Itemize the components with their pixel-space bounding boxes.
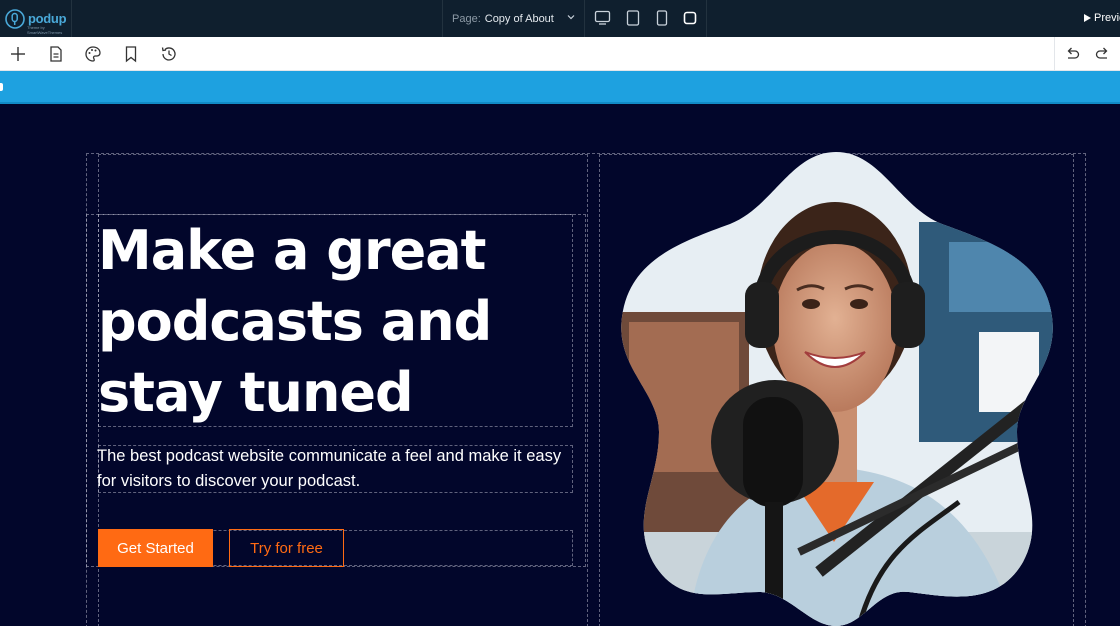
bookmark-icon[interactable]: [122, 45, 140, 63]
resize-handle[interactable]: [0, 83, 3, 91]
editor-toolbar: [0, 37, 1120, 71]
undo-icon[interactable]: [1063, 45, 1081, 63]
preview-label: Preview: [1094, 12, 1120, 24]
tablet-landscape-icon[interactable]: [626, 10, 640, 26]
undo-redo-group: [1054, 37, 1120, 71]
preview-button[interactable]: Preview: [1084, 12, 1120, 24]
plus-icon[interactable]: [9, 45, 27, 63]
play-icon: [1084, 14, 1091, 22]
chevron-down-icon: [567, 15, 575, 20]
tablet-icon[interactable]: [656, 10, 668, 26]
hero-subtext[interactable]: The best podcast website communicate a f…: [97, 444, 567, 494]
hero-headline[interactable]: Make a great podcasts and stay tuned: [98, 215, 573, 428]
try-for-free-button[interactable]: Try for free: [229, 529, 344, 567]
editor-topbar: podup Theme by SmartWaveThemes Page: Cop…: [0, 0, 1120, 37]
desktop-icon[interactable]: [594, 10, 611, 26]
get-started-button[interactable]: Get Started: [98, 529, 213, 567]
hero-section[interactable]: Make a great podcasts and stay tuned The…: [0, 104, 1120, 626]
logo-text: podup: [28, 11, 67, 26]
history-icon[interactable]: [160, 45, 178, 63]
page-selector-label: Page:: [452, 12, 481, 25]
hero-image[interactable]: [619, 152, 1053, 626]
page-selector[interactable]: Page: Copy of About: [442, 0, 585, 37]
app-logo[interactable]: podup Theme by SmartWaveThemes: [0, 0, 72, 37]
redo-icon[interactable]: [1094, 45, 1112, 63]
logo-mic-icon: [5, 8, 25, 29]
mobile-icon[interactable]: [683, 11, 697, 25]
announcement-bar[interactable]: [0, 71, 1120, 104]
device-switcher: [586, 0, 707, 37]
page-selector-value: Copy of About: [484, 12, 554, 25]
palette-icon[interactable]: [84, 45, 102, 63]
page-icon[interactable]: [47, 45, 65, 63]
logo-subtitle: Theme by SmartWaveThemes: [27, 25, 63, 35]
